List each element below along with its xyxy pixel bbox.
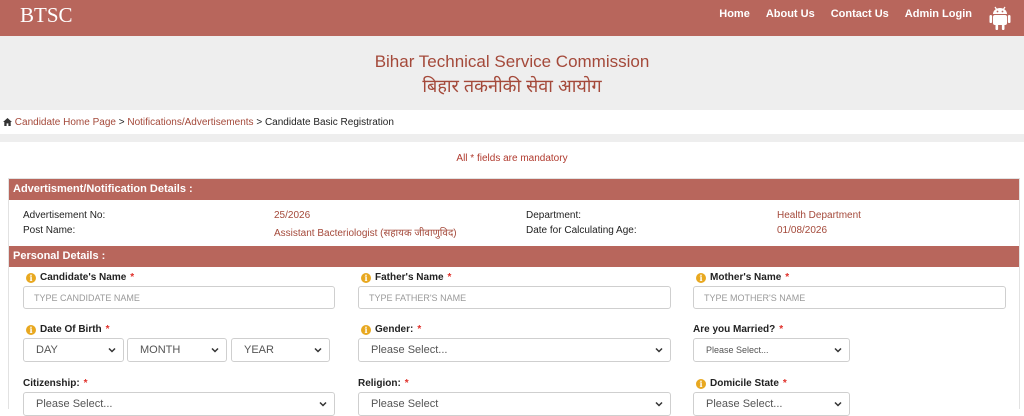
- chevron-down-icon: [655, 347, 663, 353]
- commission-title-hindi: बिहार तकनीकी सेवा आयोग: [422, 76, 602, 96]
- divider-strip: [0, 134, 1024, 142]
- breadcrumb-current: Candidate Basic Registration: [264, 117, 394, 128]
- breadcrumb-separator: >: [256, 117, 263, 128]
- personal-details-section-header: Personal Details :: [9, 246, 1019, 267]
- mother-name-label-text: Mother's Name: [710, 272, 782, 283]
- married-select[interactable]: Please Select...: [693, 338, 850, 362]
- post-name-label: Post Name:: [23, 225, 76, 236]
- home-icon: [3, 118, 12, 126]
- nav-admin-login-link[interactable]: Admin Login: [905, 8, 972, 20]
- nav-contact-link[interactable]: Contact Us: [831, 8, 889, 20]
- chevron-down-icon: [314, 347, 322, 353]
- religion-value: Please Select: [371, 398, 439, 410]
- breadcrumb-separator: >: [118, 117, 125, 128]
- dob-label: i Date Of Birth *: [26, 324, 110, 335]
- chevron-down-icon: [211, 347, 219, 353]
- chevron-down-icon: [108, 347, 116, 353]
- married-label: Are you Married? *: [693, 324, 783, 335]
- required-asterisk: *: [417, 324, 422, 335]
- citizenship-select[interactable]: Please Select...: [23, 392, 335, 416]
- father-name-label: i Father's Name *: [361, 272, 451, 283]
- age-date-label: Date for Calculating Age:: [526, 225, 637, 236]
- dob-day-select[interactable]: DAY: [23, 338, 124, 362]
- header-banner: Bihar Technical Service Commission बिहार…: [0, 36, 1024, 110]
- info-icon[interactable]: i: [26, 272, 36, 283]
- dob-label-text: Date Of Birth: [40, 324, 102, 335]
- domicile-label-text: Domicile State: [710, 378, 779, 389]
- married-label-text: Are you Married?: [693, 324, 776, 335]
- registration-form-card: Advertisment/Notification Details : Adve…: [8, 178, 1020, 416]
- breadcrumb-candidate-home[interactable]: Candidate Home Page: [15, 117, 116, 128]
- info-icon[interactable]: i: [361, 324, 371, 335]
- info-icon[interactable]: i: [696, 378, 706, 389]
- adv-no-label: Advertisement No:: [23, 210, 106, 221]
- mother-name-input[interactable]: [693, 286, 1006, 309]
- religion-select[interactable]: Please Select: [358, 392, 671, 416]
- domicile-select[interactable]: Please Select...: [693, 392, 850, 416]
- chevron-down-icon: [655, 401, 663, 407]
- gender-select[interactable]: Please Select...: [358, 338, 671, 362]
- required-asterisk: *: [447, 272, 452, 283]
- required-asterisk: *: [130, 272, 135, 283]
- commission-title-english: Bihar Technical Service Commission: [374, 52, 650, 71]
- dob-month-select[interactable]: MONTH: [127, 338, 227, 362]
- citizenship-label: Citizenship: *: [23, 378, 88, 389]
- married-value: Please Select...: [706, 345, 769, 355]
- candidate-name-input[interactable]: [23, 286, 335, 309]
- mother-name-label: i Mother's Name *: [696, 272, 789, 283]
- domicile-label: i Domicile State *: [696, 378, 787, 389]
- department-value: Health Department: [777, 210, 861, 221]
- candidate-name-label: i Candidate's Name *: [26, 272, 134, 283]
- breadcrumb: Candidate Home Page > Notifications/Adve…: [0, 110, 1024, 134]
- android-icon[interactable]: [988, 5, 1012, 31]
- info-icon[interactable]: i: [696, 272, 706, 283]
- breadcrumb-notifications[interactable]: Notifications/Advertisements: [127, 117, 253, 128]
- gender-label-text: Gender:: [375, 324, 414, 335]
- religion-label-text: Religion:: [358, 378, 401, 389]
- dob-month-value: MONTH: [140, 344, 181, 356]
- info-icon[interactable]: i: [26, 324, 36, 335]
- nav-home-link[interactable]: Home: [719, 8, 750, 20]
- post-name-value: Assistant Bacteriologist (सहायक जीवाणुवि…: [274, 228, 457, 239]
- department-label: Department:: [526, 210, 582, 221]
- brand-logo[interactable]: BTSC: [20, 3, 73, 28]
- chevron-down-icon: [834, 401, 842, 407]
- father-name-label-text: Father's Name: [375, 272, 444, 283]
- candidate-name-label-text: Candidate's Name: [40, 272, 127, 283]
- domicile-value: Please Select...: [706, 398, 783, 410]
- chevron-down-icon: [319, 401, 327, 407]
- gender-label: i Gender: *: [361, 324, 421, 335]
- religion-label: Religion: *: [358, 378, 409, 389]
- required-asterisk: *: [779, 324, 784, 335]
- citizenship-value: Please Select...: [36, 398, 113, 410]
- required-asterisk: *: [785, 272, 790, 283]
- dob-year-value: YEAR: [244, 344, 274, 356]
- nav-about-link[interactable]: About Us: [766, 8, 815, 20]
- age-date-value: 01/08/2026: [777, 225, 828, 236]
- info-icon[interactable]: i: [361, 272, 371, 283]
- nav-links: Home About Us Contact Us Admin Login: [719, 8, 972, 20]
- required-asterisk: *: [404, 378, 409, 389]
- chevron-down-icon: [834, 347, 842, 353]
- adv-no-value: 25/2026: [274, 210, 311, 221]
- citizenship-label-text: Citizenship:: [23, 378, 80, 389]
- required-asterisk: *: [83, 378, 88, 389]
- father-name-input[interactable]: [358, 286, 671, 309]
- gender-value: Please Select...: [371, 344, 448, 356]
- dob-year-select[interactable]: YEAR: [231, 338, 330, 362]
- dob-day-value: DAY: [36, 344, 58, 356]
- mandatory-note: All * fields are mandatory: [456, 153, 568, 164]
- advertisement-section-header: Advertisment/Notification Details :: [9, 179, 1019, 200]
- top-navbar: BTSC Home About Us Contact Us Admin Logi…: [0, 0, 1024, 36]
- required-asterisk: *: [782, 378, 787, 389]
- required-asterisk: *: [105, 324, 110, 335]
